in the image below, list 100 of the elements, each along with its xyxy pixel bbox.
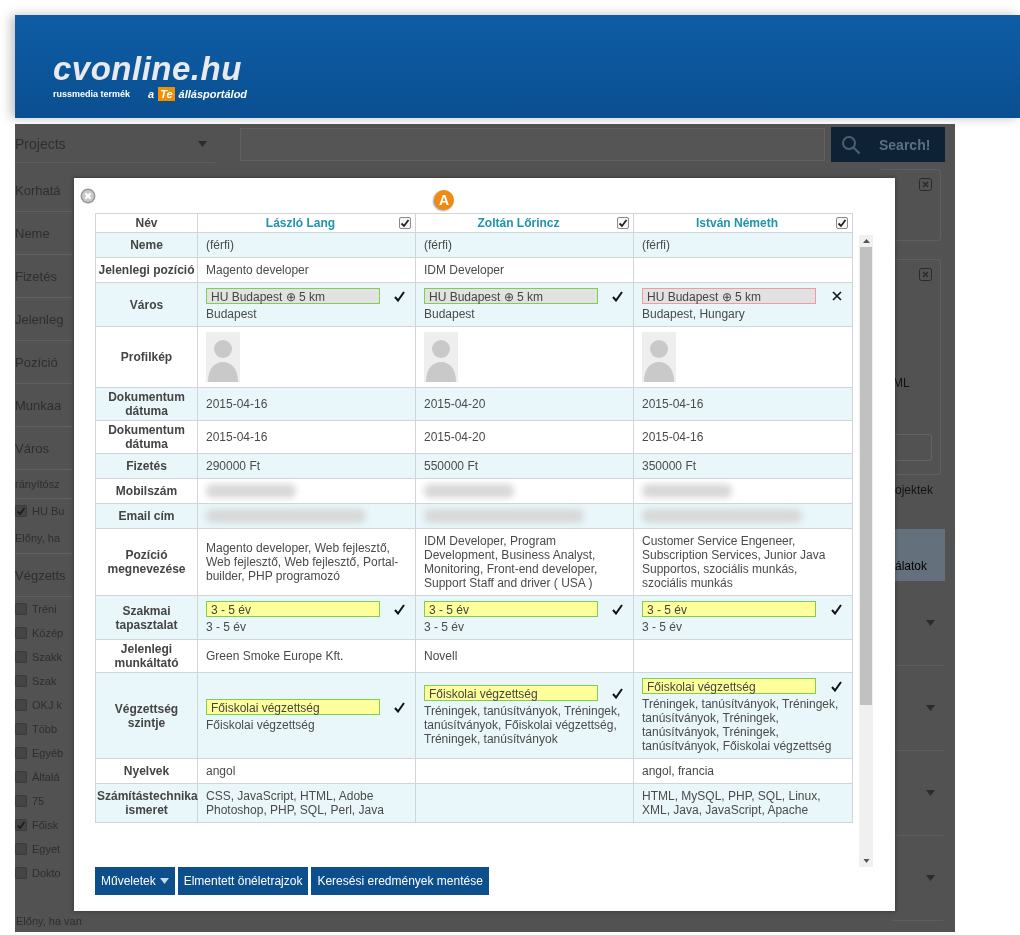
row-label: Profilkép — [95, 326, 198, 388]
table-cell-text: Budapest — [206, 307, 258, 321]
row-label: Végzettség szintje — [95, 672, 198, 759]
close-icon[interactable] — [80, 188, 96, 204]
publisher-text: russmedia termék — [53, 89, 131, 99]
checkbox[interactable] — [15, 795, 27, 807]
checkbox[interactable] — [15, 723, 27, 735]
row-label: Pozíció megnevezése — [95, 528, 198, 596]
table-cell-text: Budapest, Hungary — [642, 307, 746, 321]
photo-placeholder — [206, 332, 240, 382]
checkbox[interactable] — [15, 505, 27, 517]
photo-placeholder — [424, 332, 458, 382]
checkbox[interactable] — [15, 867, 27, 879]
checkbox[interactable] — [15, 651, 27, 663]
panel-text: álatok — [895, 559, 928, 573]
scrollbar[interactable] — [859, 235, 873, 867]
annotation-badge: A — [434, 190, 454, 210]
checkbox[interactable] — [399, 217, 411, 229]
table-cell-text: Green Smoke Europe Kft. — [206, 649, 345, 663]
slogan-text: állásportálod — [178, 88, 248, 100]
table-cell-text: Magento developer, Web fejlesztő, Web fejlesztő, Web fejlesztő, Portal-builder, PHP programozó — [206, 541, 400, 583]
search-icon — [841, 134, 861, 155]
table-cell-text: angol, francia — [642, 764, 716, 778]
criteria-tag: 3 - 5 év — [206, 601, 380, 617]
row-label: Neme — [95, 232, 198, 258]
table-cell-text: Customer Service Engeneer, Subscription Services, Junior Java Supportos, szociális munkás, szociális munkás — [642, 534, 827, 590]
caret-icon[interactable] — [926, 875, 935, 881]
checkbox[interactable] — [15, 699, 27, 711]
row-label: Nyelvek — [95, 758, 198, 784]
menu-button[interactable]: Műveletek — [95, 867, 175, 895]
slogan-text: a — [148, 88, 155, 100]
table-cell-text: CSS, JavaScript, HTML, Adobe Photoshop, PHP, SQL, Perl, Java — [206, 789, 385, 817]
table-cell-text: (férfi) — [424, 238, 453, 252]
row-label: Dokumentum dátuma — [95, 387, 198, 421]
row-label: Szakmai tapasztalat — [95, 595, 198, 640]
table-cell-text: (férfi) — [206, 238, 235, 252]
row-label: Jelenlegi pozíció — [95, 257, 198, 283]
scrollbar-thumb[interactable] — [860, 247, 872, 705]
action-button[interactable]: Elmentett önéletrajzok — [177, 867, 309, 895]
criteria-tag: HU Budapest ⊕ 5 km — [642, 288, 816, 304]
caret-icon — [159, 878, 169, 884]
table-cell-text: 3 - 5 év — [424, 620, 466, 634]
checkbox[interactable] — [617, 217, 629, 229]
table-cell-text: (férfi) — [642, 238, 671, 252]
criteria-tag: Főiskolai végzettség — [424, 685, 598, 701]
checkbox[interactable] — [15, 603, 27, 615]
table-cell-text: Főiskolai végzettség — [206, 718, 316, 732]
criteria-tag: Főiskolai végzettség — [642, 678, 816, 694]
checkbox[interactable] — [15, 819, 27, 831]
criteria-tag: Főiskolai végzettség — [206, 699, 380, 715]
row-label: Email cím — [95, 503, 198, 529]
row-label: Mobilszám — [95, 478, 198, 504]
slogan-badge: Te — [158, 87, 175, 101]
photo-placeholder — [642, 332, 676, 382]
table-cell-text: IDM Developer, Program Development, Business Analyst, Monitoring, Front-end developer, Support Staff and driver ( USA ) — [424, 534, 599, 590]
link-text[interactable]: ojektek — [895, 483, 934, 497]
checkbox[interactable] — [836, 217, 848, 229]
table-cell-text: Tréningek, tanúsítványok, Tréningek, tanúsítványok, Főiskolai végzettség, Tréningek, tanúsítványok — [424, 704, 622, 746]
table-cell-text: 3 - 5 év — [206, 620, 248, 634]
table-cell-text: Magento developer — [206, 263, 310, 277]
table-cell-text: 2015-04-20 — [424, 397, 487, 411]
caret-icon — [198, 141, 207, 147]
table-cell-text: Novell — [424, 649, 459, 663]
criteria-tag: 3 - 5 év — [424, 601, 598, 617]
checkbox[interactable] — [15, 771, 27, 783]
checkbox[interactable] — [15, 843, 27, 855]
table-cell-text: 2015-04-16 — [642, 430, 705, 444]
caret-icon[interactable] — [926, 705, 935, 711]
table-cell-text: IDM Developer — [424, 263, 506, 277]
caret-icon[interactable] — [926, 790, 935, 796]
close-icon[interactable] — [919, 268, 932, 281]
table-cell-text: 2015-04-20 — [424, 430, 487, 444]
search-button[interactable]: Search! — [831, 127, 945, 162]
row-label: Város — [95, 282, 198, 327]
close-icon[interactable] — [919, 178, 932, 191]
table-cell-text: Tréningek, tanúsítványok, Tréningek, tanúsítványok, Tréningek, tanúsítványok, Tréningek, tanúsítványok, Főiskolai végzettség — [642, 697, 840, 753]
table-cell-text: 2015-04-16 — [642, 397, 705, 411]
checkbox[interactable] — [15, 747, 27, 759]
table-cell-text: 350000 Ft — [642, 459, 698, 473]
table-cell-text: HTML, MySQL, PHP, SQL, Linux, XML, Java, JavaScript, Apache — [642, 789, 822, 817]
table-cell-text: 290000 Ft — [206, 459, 262, 473]
table-cell-text: 550000 Ft — [424, 459, 480, 473]
checkbox[interactable] — [15, 627, 27, 639]
table-cell-text: 2015-04-16 — [206, 397, 269, 411]
table-cell-text: 2015-04-16 — [206, 430, 269, 444]
table-cell-text: 3 - 5 év — [642, 620, 684, 634]
row-label: Jelenlegi munkáltató — [95, 639, 198, 673]
action-button[interactable]: Keresési eredmények mentése — [311, 867, 489, 895]
row-label: Számítástechnika ismeret — [95, 783, 198, 823]
table-cell-text: Budapest — [424, 307, 476, 321]
criteria-tag: HU Budapest ⊕ 5 km — [424, 288, 598, 304]
checkbox[interactable] — [15, 675, 27, 687]
criteria-tag: 3 - 5 év — [642, 601, 816, 617]
caret-icon[interactable] — [926, 620, 935, 626]
logo-text[interactable]: cvonline.hu — [53, 52, 248, 86]
row-label: Dokumentum dátuma — [95, 420, 198, 454]
criteria-tag: HU Budapest ⊕ 5 km — [206, 288, 380, 304]
column-header: Név — [95, 213, 198, 233]
row-label: Fizetés — [95, 453, 198, 479]
table-cell-text: angol — [206, 764, 237, 778]
